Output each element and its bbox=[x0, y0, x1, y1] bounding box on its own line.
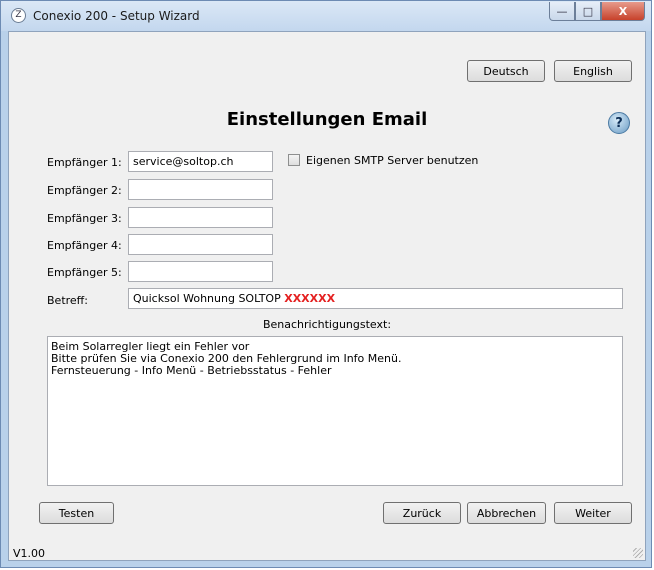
close-button[interactable]: X bbox=[601, 2, 645, 21]
title-bar[interactable]: Z Conexio 200 - Setup Wizard — □ X bbox=[1, 1, 651, 31]
recipient-5-label: Empfänger 5: bbox=[47, 266, 122, 279]
recipient-2-label: Empfänger 2: bbox=[47, 184, 122, 197]
window-controls: — □ X bbox=[549, 2, 645, 22]
resize-grip-icon[interactable] bbox=[633, 548, 643, 558]
recipient-1-input[interactable]: service@soltop.ch bbox=[128, 151, 273, 172]
subject-placeholder-highlight: XXXXXX bbox=[284, 292, 336, 305]
recipient-3-label: Empfänger 3: bbox=[47, 212, 122, 225]
notification-textarea[interactable]: Beim Solarregler liegt ein Fehler vor Bi… bbox=[47, 336, 623, 486]
recipient-4-label: Empfänger 4: bbox=[47, 239, 122, 252]
subject-input[interactable]: Quicksol Wohnung SOLTOP XXXXXX bbox=[128, 288, 623, 309]
minimize-button[interactable]: — bbox=[549, 2, 575, 21]
back-button[interactable]: Zurück bbox=[383, 502, 461, 524]
next-button[interactable]: Weiter bbox=[554, 502, 632, 524]
language-german-button[interactable]: Deutsch bbox=[467, 60, 545, 82]
notification-label: Benachrichtigungstext: bbox=[262, 318, 392, 331]
recipient-5-input[interactable] bbox=[128, 261, 273, 282]
help-icon[interactable]: ? bbox=[608, 112, 630, 134]
window-title: Conexio 200 - Setup Wizard bbox=[33, 9, 200, 23]
test-button[interactable]: Testen bbox=[39, 502, 114, 524]
app-icon: Z bbox=[11, 8, 26, 23]
version-label: V1.00 bbox=[13, 547, 46, 560]
maximize-button[interactable]: □ bbox=[575, 2, 601, 21]
recipient-3-input[interactable] bbox=[128, 207, 273, 228]
notification-line: Fernsteuerung - Info Menü - Betriebsstat… bbox=[51, 364, 332, 377]
recipient-1-label: Empfänger 1: bbox=[47, 156, 122, 169]
language-english-button[interactable]: English bbox=[554, 60, 632, 82]
subject-label: Betreff: bbox=[47, 294, 88, 307]
page-title: Einstellungen Email bbox=[226, 109, 428, 130]
recipient-4-input[interactable] bbox=[128, 234, 273, 255]
subject-text: Quicksol Wohnung SOLTOP bbox=[133, 292, 285, 305]
cancel-button[interactable]: Abbrechen bbox=[467, 502, 546, 524]
smtp-checkbox-label[interactable]: Eigenen SMTP Server benutzen bbox=[306, 154, 478, 167]
smtp-checkbox[interactable] bbox=[288, 154, 300, 166]
recipient-2-input[interactable] bbox=[128, 179, 273, 200]
wizard-content: Deutsch English Einstellungen Email ? Em… bbox=[8, 31, 646, 561]
wizard-window: Z Conexio 200 - Setup Wizard — □ X Deuts… bbox=[0, 0, 652, 568]
